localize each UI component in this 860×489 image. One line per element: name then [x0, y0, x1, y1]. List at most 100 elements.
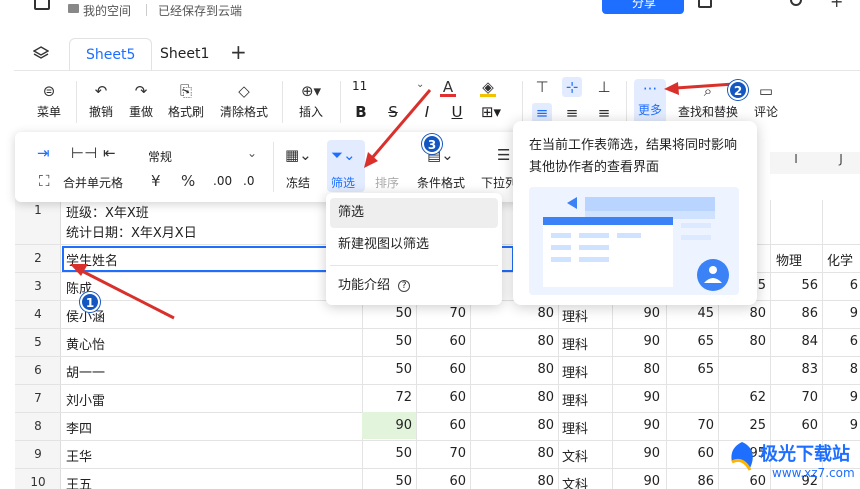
row-number[interactable]: 8	[15, 419, 61, 433]
score-cell[interactable]: 60	[416, 334, 466, 349]
score-cell[interactable]: 90	[612, 306, 660, 321]
dropdown-list-button[interactable]: 下拉列	[481, 174, 517, 191]
score-cell[interactable]: 理科	[562, 362, 608, 381]
sort-button[interactable]: 排序	[375, 174, 399, 191]
score-cell[interactable]: 72	[362, 390, 412, 405]
add-sheet-icon[interactable]: +	[230, 40, 247, 64]
score-cell[interactable]: 80	[470, 390, 554, 405]
share-button[interactable]: 分享	[602, 0, 684, 14]
percent-button[interactable]: %	[181, 172, 195, 190]
score-cell[interactable]: 理科	[562, 390, 608, 409]
score-cell[interactable]: 50	[362, 362, 412, 377]
underline-button[interactable]: U	[448, 103, 466, 121]
student-name-cell[interactable]: 胡一一	[66, 362, 105, 381]
undo-button[interactable]: ↶ 撤销	[88, 81, 114, 120]
score-cell[interactable]: 50	[362, 334, 412, 349]
layers-icon[interactable]	[33, 45, 49, 61]
score-cell[interactable]: 80	[470, 418, 554, 433]
score-cell[interactable]: 6	[822, 278, 858, 293]
bold-button[interactable]: B	[352, 103, 370, 121]
score-cell[interactable]: 文科	[562, 474, 608, 489]
chemistry-header[interactable]: 化学	[827, 250, 853, 269]
plus-icon[interactable]: +	[830, 0, 843, 11]
fill-color-button[interactable]: ◈	[476, 77, 500, 97]
score-cell[interactable]: 9	[822, 390, 858, 405]
score-cell[interactable]: 90	[612, 418, 660, 433]
score-cell[interactable]: 70	[416, 306, 466, 321]
row-number[interactable]: 7	[15, 391, 61, 405]
clear-format-button[interactable]: ◇ 清除格式	[218, 81, 270, 120]
decimal-increase-icon[interactable]: .0	[243, 174, 254, 188]
score-cell[interactable]: 80	[470, 334, 554, 349]
font-size-select[interactable]: 11 ⌄	[352, 79, 424, 93]
score-cell[interactable]: 60	[416, 418, 466, 433]
strikethrough-button[interactable]: S	[384, 103, 402, 121]
row-number[interactable]: 3	[15, 279, 61, 293]
score-cell[interactable]: 60	[666, 446, 714, 461]
score-cell[interactable]: 理科	[562, 418, 608, 437]
border-button[interactable]: ⊞▾	[478, 103, 504, 121]
column-header-i[interactable]: I	[770, 152, 822, 174]
insert-button[interactable]: ⊕▾ 插入	[294, 81, 328, 120]
score-cell[interactable]: 86	[770, 306, 818, 321]
score-cell[interactable]: 80	[612, 362, 660, 377]
score-cell[interactable]: 60	[416, 390, 466, 405]
align-top-button[interactable]: ⊤	[532, 77, 552, 97]
score-cell[interactable]: 45	[666, 306, 714, 321]
row-number[interactable]: 6	[15, 363, 61, 377]
score-cell[interactable]: 8	[822, 362, 858, 377]
score-cell[interactable]: 56	[770, 278, 818, 293]
align-middle-button[interactable]: ⊹	[562, 77, 582, 97]
score-cell[interactable]: 90	[612, 446, 660, 461]
score-cell[interactable]: 50	[362, 306, 412, 321]
score-cell[interactable]: 84	[770, 334, 818, 349]
score-cell[interactable]: 文科	[562, 446, 608, 465]
menu-item-feature-intro[interactable]: 功能介绍 ?	[330, 271, 498, 301]
score-cell[interactable]: 70	[770, 390, 818, 405]
student-name-cell[interactable]: 王华	[66, 446, 92, 465]
tab-sheet1[interactable]: Sheet1	[144, 38, 225, 70]
row-number[interactable]: 4	[15, 307, 61, 321]
redo-button[interactable]: ↷ 重做	[128, 81, 154, 120]
score-cell[interactable]: 25	[718, 418, 766, 433]
decimal-decrease-icon[interactable]: .00	[213, 174, 232, 188]
score-cell[interactable]: 9	[822, 306, 858, 321]
app-grid-icon[interactable]	[34, 0, 50, 10]
align-center-button[interactable]: ≡	[562, 103, 582, 123]
column-header-j[interactable]: J	[822, 152, 860, 174]
conditional-format-button[interactable]: 条件格式	[417, 174, 465, 191]
menu-item-filter[interactable]: 筛选	[330, 198, 498, 228]
score-cell[interactable]: 9	[822, 418, 858, 433]
score-cell[interactable]: 70	[416, 446, 466, 461]
score-cell[interactable]: 90	[612, 474, 660, 489]
score-cell[interactable]: 83	[770, 362, 818, 377]
score-cell[interactable]: 65	[666, 362, 714, 377]
row-number[interactable]: 9	[15, 447, 61, 461]
currency-button[interactable]: ¥	[151, 172, 161, 190]
freeze-button[interactable]: 冻结	[286, 174, 310, 191]
align-bottom-button[interactable]: ⊥	[594, 77, 614, 97]
score-cell[interactable]: 理科	[562, 306, 608, 325]
bell-icon[interactable]	[698, 0, 712, 8]
score-cell[interactable]: 50	[362, 446, 412, 461]
filter-button[interactable]: ⏷⌄ 筛选	[327, 140, 365, 192]
student-name-cell[interactable]: 刘小雷	[66, 390, 105, 409]
align-right-button[interactable]: ≡	[594, 103, 614, 123]
fit-width-icon[interactable]: ⊢⊣	[71, 144, 97, 162]
score-cell[interactable]: 90	[612, 390, 660, 405]
class-cell[interactable]: 班级：X年X班	[66, 202, 149, 221]
score-cell[interactable]: 70	[666, 418, 714, 433]
score-cell[interactable]: 90	[362, 418, 412, 433]
score-cell[interactable]: 理科	[562, 334, 608, 353]
score-cell[interactable]: 60	[416, 474, 466, 489]
row-number[interactable]: 10	[15, 475, 61, 489]
align-left-button[interactable]: ≡	[532, 103, 552, 123]
score-cell[interactable]: 80	[470, 446, 554, 461]
number-format-select[interactable]: 常规	[148, 148, 172, 165]
score-cell[interactable]: 80	[470, 306, 554, 321]
score-cell[interactable]: 80	[718, 306, 766, 321]
score-cell[interactable]: 6	[822, 334, 858, 349]
space-breadcrumb[interactable]: 我的空间	[83, 2, 131, 19]
row-number[interactable]: 5	[15, 335, 61, 349]
italic-button[interactable]: I	[418, 103, 436, 121]
